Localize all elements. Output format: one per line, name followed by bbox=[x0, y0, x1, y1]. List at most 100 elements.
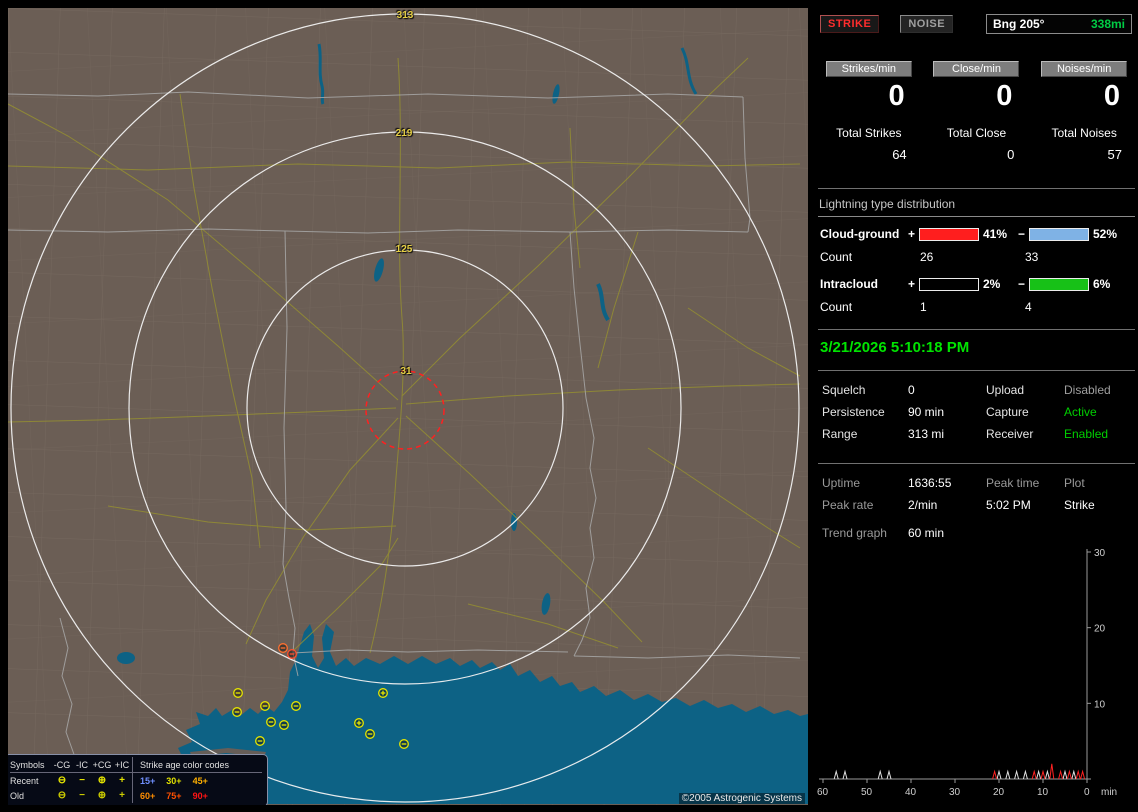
squelch-value: 0 bbox=[908, 383, 915, 397]
trend-graph-duration: 60 min bbox=[908, 526, 945, 540]
range-label: Range bbox=[822, 427, 858, 441]
distribution-title: Lightning type distribution bbox=[818, 189, 1135, 217]
strike-symbol-neg bbox=[266, 717, 276, 727]
noises-per-min-col: Noises/min 0 bbox=[1030, 61, 1138, 111]
ic-positive-bar bbox=[919, 277, 979, 291]
legend-col-neg-ic: -IC bbox=[76, 759, 88, 770]
cg-positive-pct: 41% bbox=[983, 227, 1008, 241]
total-noises-col: Total Noises 57 bbox=[1030, 126, 1138, 162]
strikes-per-min-col: Strikes/min 0 bbox=[815, 61, 923, 111]
strike-symbol-neg bbox=[278, 643, 288, 653]
cg-positive-bar-fill bbox=[920, 228, 978, 240]
strikes-per-min-button[interactable]: Strikes/min bbox=[825, 61, 912, 77]
cg-negative-pct: 52% bbox=[1093, 227, 1118, 241]
settings-section: Squelch 0 Upload Disabled Persistence 90… bbox=[815, 371, 1138, 441]
receiver-label: Receiver bbox=[986, 427, 1034, 441]
age-codes-old: 60+ 75+ 90+ bbox=[132, 788, 262, 803]
total-close-value: 0 bbox=[1007, 147, 1015, 162]
ic-negative-bar bbox=[1029, 277, 1089, 291]
intracloud-row: Intracloud + 2% − 6% bbox=[815, 277, 1138, 291]
strike-mode-button[interactable]: STRIKE bbox=[820, 15, 880, 33]
neg-ic-recent-icon: − bbox=[79, 775, 85, 786]
x-axis-unit: min bbox=[1101, 787, 1117, 798]
trend-spike-noises bbox=[842, 769, 848, 780]
close-per-min-value: 0 bbox=[996, 80, 1013, 112]
trend-spike-strikes bbox=[992, 769, 998, 780]
strike-symbol-neg bbox=[399, 739, 409, 749]
strike-age-code: 30+ bbox=[166, 775, 182, 786]
trend-spike-noises bbox=[1022, 769, 1028, 780]
capture-label: Capture bbox=[986, 405, 1029, 419]
ic-negative-pct: 6% bbox=[1093, 277, 1111, 291]
trend-spike-noises bbox=[886, 769, 892, 780]
trend-spike-strikes bbox=[1049, 763, 1055, 780]
legend-recent-label: Recent bbox=[10, 775, 39, 786]
map-canvas[interactable]: 313 219 125 31 Symbols -CG -IC +CG +IC Stri… bbox=[8, 8, 808, 805]
peak-rate-label: Peak rate bbox=[822, 498, 874, 512]
map-legend: Symbols -CG -IC +CG +IC Strike age color… bbox=[8, 754, 268, 805]
total-close-col: Total Close 0 bbox=[923, 126, 1031, 162]
legend-col-pos-ic: +IC bbox=[114, 759, 130, 770]
total-close-label: Total Close bbox=[946, 126, 1007, 140]
bearing-display: Bng 205° 338mi bbox=[986, 14, 1132, 34]
total-noises-value: 57 bbox=[1107, 147, 1122, 162]
total-strikes-value: 64 bbox=[892, 147, 907, 162]
cg-negative-count: 33 bbox=[1025, 250, 1039, 264]
strike-age-code: 90+ bbox=[192, 790, 208, 801]
uptime-value: 1636:55 bbox=[908, 476, 952, 490]
trend-spike-noises bbox=[833, 769, 839, 780]
trend-spike-noises bbox=[1014, 769, 1020, 780]
strike-age-code: 75+ bbox=[166, 790, 182, 801]
pos-cg-old-icon: ⊕ bbox=[97, 790, 107, 801]
trend-spike-noises bbox=[1044, 769, 1050, 780]
trend-spike-strikes bbox=[1066, 769, 1072, 780]
noises-per-min-button[interactable]: Noises/min bbox=[1041, 61, 1128, 77]
trend-spike-noises bbox=[1071, 769, 1077, 780]
pos-ic-recent-icon: + bbox=[119, 775, 125, 786]
peak-rate-value: 2/min bbox=[908, 498, 938, 512]
range-value: 313 mi bbox=[908, 427, 945, 441]
x-tick-label: 60 bbox=[817, 787, 829, 798]
y-tick-label: 20 bbox=[1094, 624, 1106, 635]
total-strikes-label: Total Strikes bbox=[836, 126, 902, 140]
uptime-label: Uptime bbox=[822, 476, 861, 490]
x-tick-label: 0 bbox=[1084, 787, 1090, 798]
strike-symbol-neg bbox=[260, 701, 270, 711]
trend-spike-noises bbox=[877, 769, 883, 780]
cloud-ground-label: Cloud-ground bbox=[820, 227, 900, 241]
trend-spike-noises bbox=[1062, 769, 1068, 780]
legend-recent-row: Recent ⊖ − ⊕ + 15+ 30+ 45+ bbox=[10, 773, 262, 788]
rates-section: Strikes/min 0 Close/min 0 Noises/min 0 bbox=[815, 61, 1138, 111]
cloud-ground-row: Cloud-ground + 41% − 52% bbox=[815, 227, 1138, 241]
legend-symbols-title: Symbols bbox=[10, 759, 45, 770]
peak-time-value: 5:02 PM bbox=[986, 498, 1031, 512]
bearing-distance: 338mi bbox=[1090, 17, 1125, 31]
cg-count-label: Count bbox=[820, 250, 853, 264]
x-tick-label: 20 bbox=[993, 787, 1005, 798]
strikes-per-min-value: 0 bbox=[888, 80, 905, 112]
cg-negative-bar bbox=[1029, 227, 1089, 241]
x-tick-label: 10 bbox=[1037, 787, 1049, 798]
plot-label: Plot bbox=[1064, 476, 1085, 490]
upload-status: Disabled bbox=[1064, 383, 1111, 397]
noise-mode-button[interactable]: NOISE bbox=[900, 15, 954, 33]
legend-col-pos-cg: +CG bbox=[92, 759, 112, 770]
close-per-min-button[interactable]: Close/min bbox=[933, 61, 1020, 77]
ic-count-label: Count bbox=[820, 300, 853, 314]
trend-spike-strikes bbox=[1031, 769, 1037, 780]
trend-spike-noises bbox=[1005, 769, 1011, 780]
neg-cg-recent-icon: ⊖ bbox=[57, 775, 67, 786]
copyright-text: ©2005 Astrogenic Systems bbox=[678, 793, 805, 804]
pos-cg-recent-icon: ⊕ bbox=[97, 775, 107, 786]
trend-spike-strikes bbox=[1080, 769, 1086, 780]
y-tick-label: 30 bbox=[1094, 548, 1106, 559]
strike-age-code: 45+ bbox=[192, 775, 208, 786]
minus-sign: − bbox=[1018, 277, 1026, 291]
x-tick-label: 40 bbox=[905, 787, 917, 798]
ic-negative-bar-fill bbox=[1030, 278, 1088, 290]
ic-positive-count: 1 bbox=[920, 300, 927, 314]
persistence-label: Persistence bbox=[822, 405, 885, 419]
cg-positive-count: 26 bbox=[920, 250, 934, 264]
total-noises-label: Total Noises bbox=[1051, 126, 1117, 140]
range-ring-label: 219 bbox=[395, 128, 413, 139]
